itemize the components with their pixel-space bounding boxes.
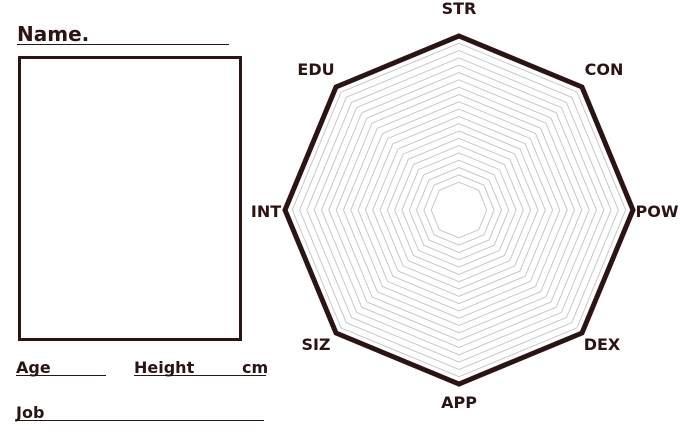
radar-grid-ring: [357, 108, 561, 312]
radar-axis-label-int: INT: [251, 202, 281, 221]
radar-grid-ring: [364, 115, 554, 305]
radar-grid-ring: [350, 101, 568, 319]
radar-axis-labels: STR CON POW DEX APP SIZ INT EDU: [251, 0, 679, 412]
radar-axis-label-str: STR: [442, 0, 477, 18]
radar-axis-label-con: CON: [585, 60, 624, 79]
radar-axis-label-siz: SIZ: [301, 335, 330, 354]
radar-grid-ring: [394, 145, 524, 275]
radar-grid: [291, 42, 627, 378]
radar-grid-ring: [328, 79, 590, 341]
radar-axis-label-pow: POW: [636, 202, 679, 221]
stat-radar-chart: STR CON POW DEX APP SIZ INT EDU: [251, 0, 679, 412]
radar-grid-ring: [379, 130, 539, 290]
radar-outline: [282, 33, 636, 387]
radar-grid-ring: [320, 71, 598, 349]
radar-axis-label-edu: EDU: [297, 60, 334, 79]
radar-grid-ring: [423, 174, 495, 246]
radar-grid-ring: [306, 57, 612, 363]
radar-grid-ring: [299, 50, 619, 370]
radar-grid-ring: [430, 181, 488, 239]
radar-grid-ring: [401, 152, 517, 268]
radar-axis-label-app: APP: [441, 393, 477, 412]
radar-grid-ring: [291, 42, 627, 378]
radar-grid-ring: [342, 93, 576, 327]
radar-axis-label-dex: DEX: [584, 335, 621, 354]
radar-grid-ring: [372, 123, 546, 297]
radar-grid-ring: [415, 166, 503, 254]
